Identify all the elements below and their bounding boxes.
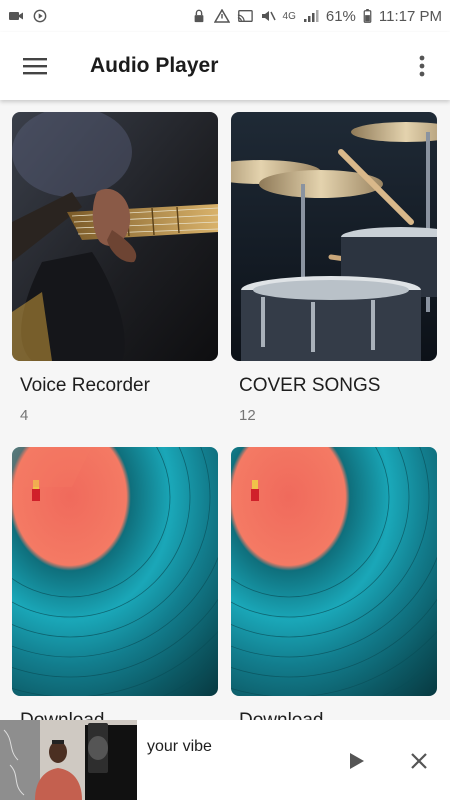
signal-icon <box>303 10 319 22</box>
app-bar: Audio Player <box>0 32 450 100</box>
warning-icon <box>213 9 230 23</box>
album-cover-vinyl <box>231 447 437 696</box>
album-card-download-2[interactable]: Download <box>231 447 437 720</box>
lock-icon <box>194 9 203 23</box>
close-icon <box>411 753 427 769</box>
now-playing-title: your vibe <box>147 738 212 755</box>
album-grid: Voice Recorder 4 COVER SONGS 12 <box>0 100 450 720</box>
album-card-voice-recorder[interactable]: Voice Recorder 4 <box>12 112 218 424</box>
mini-player: your vibe <box>0 720 450 800</box>
play-circle-icon <box>33 9 47 23</box>
album-title: Download <box>20 710 218 720</box>
play-button[interactable] <box>340 746 374 776</box>
album-cover-drums <box>231 112 437 361</box>
overflow-menu-button[interactable] <box>394 32 450 100</box>
menu-button[interactable] <box>0 32 70 100</box>
clock: 11:17 PM <box>378 7 442 25</box>
page-title: Audio Player <box>90 54 219 77</box>
video-camera-icon <box>9 12 23 20</box>
close-player-button[interactable] <box>402 744 436 778</box>
more-vertical-icon <box>419 55 425 77</box>
album-title: Voice Recorder <box>20 375 150 396</box>
album-title: COVER SONGS <box>239 375 381 396</box>
hamburger-menu-icon <box>23 58 47 75</box>
cast-icon <box>237 10 253 22</box>
play-icon <box>350 753 364 769</box>
album-cover-vinyl <box>12 447 218 696</box>
album-track-count: 4 <box>20 407 29 424</box>
mute-icon <box>261 11 276 21</box>
album-title: Download <box>239 710 437 720</box>
album-card-download[interactable]: Download <box>12 447 218 720</box>
album-card-cover-songs[interactable]: COVER SONGS 12 <box>231 112 437 424</box>
battery-icon <box>363 9 372 23</box>
album-cover-guitar <box>12 112 218 361</box>
album-track-count: 12 <box>239 407 256 424</box>
network-type-label: 4G <box>282 10 296 22</box>
now-playing-thumbnail[interactable] <box>0 720 137 800</box>
status-bar: 4G 61% 11:17 PM <box>0 0 450 32</box>
battery-percent: 61% <box>325 7 356 25</box>
